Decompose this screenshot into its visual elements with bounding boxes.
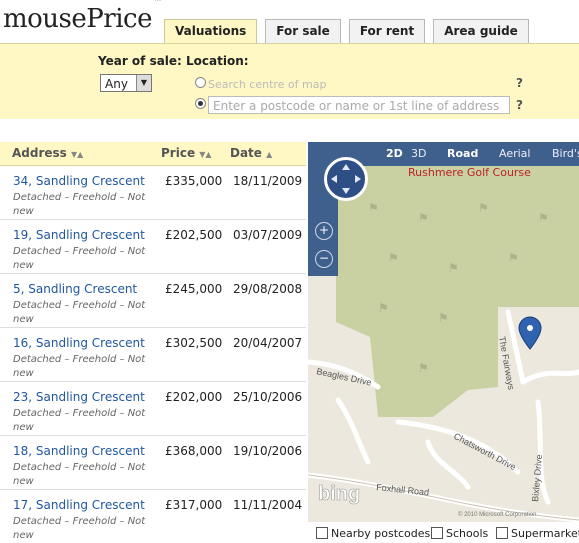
foxhall-road-label: Foxhall Road bbox=[376, 482, 430, 497]
chevron-down-icon[interactable]: ▼ bbox=[136, 75, 151, 91]
date-column-header[interactable]: Date ▲ bbox=[230, 146, 272, 160]
help-icon[interactable]: ? bbox=[516, 98, 523, 112]
sale-price: £335,000 bbox=[165, 174, 223, 188]
property-address-link[interactable]: 17, Sandling Crescent bbox=[13, 498, 145, 512]
location-label: Location: bbox=[186, 54, 249, 68]
property-address-link[interactable]: 16, Sandling Crescent bbox=[13, 336, 145, 350]
address-placeholder: Enter a postcode or name or 1st line of … bbox=[213, 99, 500, 113]
zoom-in-icon[interactable]: + bbox=[315, 222, 333, 240]
location-pin-icon bbox=[518, 316, 542, 350]
map-mode-3d[interactable]: 3D bbox=[411, 147, 426, 160]
map-view[interactable]: ⚑ ⚑ ⚑ ⚑ ⚑ ⚑ ⚑ ⚑ ⚑ ⚑ Beagles Drive The Fairways … bbox=[308, 142, 579, 522]
brand-name: mousePrice bbox=[3, 4, 152, 34]
tab-for-rent[interactable]: For rent bbox=[348, 19, 426, 43]
table-row: 16, Sandling Crescent Detached – Freehol… bbox=[0, 328, 306, 382]
table-row: 18, Sandling Crescent Detached – Freehol… bbox=[0, 436, 306, 490]
sale-date: 11/11/2004 bbox=[233, 498, 303, 512]
svg-text:⚑: ⚑ bbox=[418, 211, 429, 225]
map-mode-birds-eye[interactable]: Bird's bbox=[552, 147, 579, 160]
sale-price: £202,000 bbox=[165, 390, 223, 404]
map-copyright: © 2010 Microsoft Corporation bbox=[458, 511, 536, 518]
nearby-postcodes-checkbox[interactable] bbox=[316, 527, 328, 539]
zoom-out-icon[interactable]: − bbox=[315, 250, 333, 268]
price-column-header[interactable]: Price ▼▲ bbox=[161, 146, 212, 160]
search-panel: Year of sale: Any ▼ Location: Search cen… bbox=[0, 43, 579, 119]
schools-label: Schools bbox=[446, 527, 489, 540]
property-address-link[interactable]: 18, Sandling Crescent bbox=[13, 444, 145, 458]
property-description: Detached – Freehold – Not new bbox=[13, 462, 146, 487]
svg-text:⚑: ⚑ bbox=[438, 311, 449, 325]
bixley-drive-label: Bixley Drive bbox=[530, 454, 544, 502]
sale-price: £302,500 bbox=[165, 336, 223, 350]
sort-icon[interactable]: ▲ bbox=[266, 150, 272, 159]
sale-price: £317,000 bbox=[165, 498, 223, 512]
sort-icon[interactable]: ▼▲ bbox=[199, 150, 211, 159]
property-description: Detached – Freehold – Not new bbox=[13, 408, 146, 433]
property-address-link[interactable]: 19, Sandling Crescent bbox=[13, 228, 145, 242]
year-of-sale-label: Year of sale: bbox=[98, 54, 182, 68]
map-mode-2d[interactable]: 2D bbox=[386, 147, 403, 160]
table-row: 19, Sandling Crescent Detached – Freehol… bbox=[0, 220, 306, 274]
address-radio[interactable] bbox=[195, 98, 206, 109]
table-row: 17, Sandling Crescent Detached – Freehol… bbox=[0, 490, 306, 543]
pan-compass-icon[interactable] bbox=[324, 157, 368, 201]
svg-text:⚑: ⚑ bbox=[508, 251, 519, 265]
property-description: Detached – Freehold – Not new bbox=[13, 516, 146, 541]
table-row: 5, Sandling Crescent Detached – Freehold… bbox=[0, 274, 306, 328]
property-address-link[interactable]: 34, Sandling Crescent bbox=[13, 174, 145, 188]
map-mode-road[interactable]: Road bbox=[447, 147, 478, 160]
sort-icon[interactable]: ▼▲ bbox=[71, 150, 83, 159]
svg-text:⚑: ⚑ bbox=[388, 251, 399, 265]
table-row: 23, Sandling Crescent Detached – Freehol… bbox=[0, 382, 306, 436]
sale-date: 18/11/2009 bbox=[233, 174, 303, 188]
golf-course-label: Rushmere Golf Course bbox=[408, 166, 531, 179]
main-tabs: Valuations For sale For rent Area guide bbox=[164, 19, 529, 44]
nearby-postcodes-label: Nearby postcodes bbox=[331, 527, 431, 540]
sale-date: 03/07/2009 bbox=[233, 228, 303, 242]
sale-date: 29/08/2008 bbox=[233, 282, 303, 296]
chatsworth-drive-label: Chatsworth Drive bbox=[452, 431, 518, 472]
year-of-sale-value: Any bbox=[105, 77, 128, 91]
property-description: Detached – Freehold – Not new bbox=[13, 192, 146, 217]
table-row: 34, Sandling Crescent Detached – Freehol… bbox=[0, 166, 306, 220]
help-icon[interactable]: ? bbox=[516, 76, 523, 90]
property-description: Detached – Freehold – Not new bbox=[13, 354, 146, 379]
svg-text:⚑: ⚑ bbox=[538, 211, 549, 225]
schools-checkbox[interactable] bbox=[431, 527, 443, 539]
svg-text:⚑: ⚑ bbox=[478, 201, 489, 215]
sale-price: £245,000 bbox=[165, 282, 223, 296]
sale-date: 25/10/2006 bbox=[233, 390, 303, 404]
year-of-sale-select[interactable]: Any ▼ bbox=[100, 74, 152, 92]
trademark: ™ bbox=[152, 0, 162, 6]
map-mode-aerial[interactable]: Aerial bbox=[499, 147, 530, 160]
address-search-input[interactable]: Enter a postcode or name or 1st line of … bbox=[208, 96, 510, 114]
supermarkets-checkbox[interactable] bbox=[496, 527, 508, 539]
tab-for-sale[interactable]: For sale bbox=[265, 19, 341, 43]
property-description: Detached – Freehold – Not new bbox=[13, 246, 146, 271]
bing-logo: bing bbox=[318, 483, 360, 505]
property-description: Detached – Freehold – Not new bbox=[13, 300, 146, 325]
map-centre-radio[interactable] bbox=[195, 77, 206, 88]
svg-text:⚑: ⚑ bbox=[378, 301, 389, 315]
sale-date: 19/10/2006 bbox=[233, 444, 303, 458]
mouseprice-logo[interactable]: mousePrice™ bbox=[3, 0, 162, 34]
map-centre-option-label: Search centre of map bbox=[208, 78, 327, 91]
tab-area-guide[interactable]: Area guide bbox=[433, 19, 529, 43]
sale-price: £368,000 bbox=[165, 444, 223, 458]
address-column-header[interactable]: Address ▼▲ bbox=[12, 146, 83, 160]
tab-valuations[interactable]: Valuations bbox=[164, 19, 258, 44]
property-address-link[interactable]: 23, Sandling Crescent bbox=[13, 390, 145, 404]
property-address-link[interactable]: 5, Sandling Crescent bbox=[13, 282, 137, 296]
sale-date: 20/04/2007 bbox=[233, 336, 303, 350]
svg-text:⚑: ⚑ bbox=[418, 361, 429, 375]
sale-price: £202,500 bbox=[165, 228, 223, 242]
svg-text:⚑: ⚑ bbox=[448, 261, 459, 275]
supermarkets-label: Supermarkets bbox=[511, 527, 579, 540]
results-header: Address ▼▲ Price ▼▲ Date ▲ bbox=[0, 142, 306, 166]
svg-text:⚑: ⚑ bbox=[368, 201, 379, 215]
